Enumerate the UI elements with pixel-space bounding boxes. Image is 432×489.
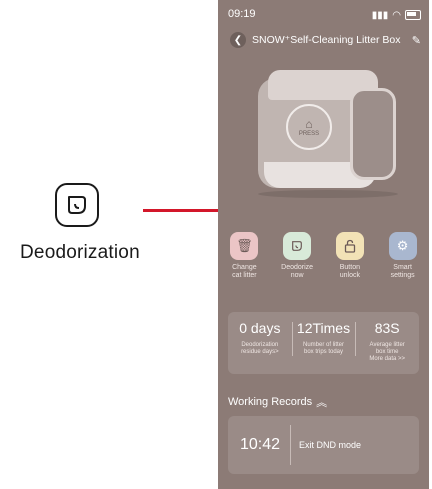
stat-value: 0 days <box>239 320 281 336</box>
device-button-text: PRESS <box>298 131 320 137</box>
chevron-left-icon: ❮ <box>233 34 243 46</box>
device-press-button: ⌂ PRESS <box>286 104 332 150</box>
trips-stat: 12Times Number of litter box trips today <box>291 312 356 374</box>
edit-icon[interactable]: ✎ <box>412 34 421 47</box>
deodorize-now-button[interactable]: Deodorize now <box>271 232 323 280</box>
unlock-icon[interactable] <box>335 232 364 260</box>
action-label: Change cat litter <box>232 264 257 279</box>
status-time: 09:19 <box>228 8 256 20</box>
battery-icon <box>405 10 421 20</box>
basket-icon: ⌂ <box>305 117 313 131</box>
smart-settings-button[interactable]: ⚙ Smart settings <box>377 232 429 280</box>
deodorization-stat[interactable]: 0 days Deodorization residue days> <box>228 312 292 374</box>
gear-icon[interactable]: ⚙ <box>388 232 417 260</box>
stat-value: 83S <box>374 320 400 336</box>
record-item: 10:42 Exit DND mode <box>228 416 419 474</box>
action-row: 🗑 Change cat litter Deodorize now Button un… <box>218 232 429 280</box>
deodorize-icon[interactable] <box>283 232 312 260</box>
page-title: SNOW⁺Self-Cleaning Litter Box <box>252 34 401 46</box>
trash-icon[interactable]: 🗑 <box>230 232 259 260</box>
device-shadow <box>258 190 398 198</box>
working-records-header[interactable]: Working Records ︽ <box>228 394 327 410</box>
stat-label: Average litter box time <box>369 342 405 355</box>
status-icons: ▮▮▮ ◠ <box>372 8 421 22</box>
deodorize-icon <box>55 183 99 227</box>
status-bar: 09:19 ▮▮▮ ◠ <box>228 8 421 22</box>
chevron-up-double-icon[interactable]: ︽ <box>316 394 327 410</box>
more-data-link[interactable]: More data >> <box>369 356 405 362</box>
title-bar: ❮ SNOW⁺Self-Cleaning Litter Box ✎ <box>230 31 421 49</box>
stat-label: Deodorization residue days> <box>241 342 279 355</box>
action-label: Button unlock <box>339 264 360 279</box>
button-unlock-button[interactable]: Button unlock <box>324 232 376 280</box>
wifi-icon: ◠ <box>392 9 401 21</box>
action-label: Deodorize now <box>281 264 314 279</box>
phone-screen: 09:19 ▮▮▮ ◠ ❮ SNOW⁺Self-Cleaning Litter … <box>218 0 429 489</box>
average-time-stat: 83S Average litter box time More data >> <box>355 312 419 374</box>
record-time: 10:42 <box>240 436 281 453</box>
change-litter-button[interactable]: 🗑 Change cat litter <box>218 232 270 280</box>
record-text: Exit DND mode <box>299 440 362 450</box>
device-door <box>350 88 396 180</box>
annotation-label: Deodorization <box>20 242 140 263</box>
stat-value: 12Times <box>296 320 351 336</box>
back-button[interactable]: ❮ <box>230 32 246 48</box>
stats-card: 0 days Deodorization residue days> 12Time… <box>228 312 419 374</box>
section-title: Working Records <box>228 396 313 408</box>
litter-box-image: ⌂ PRESS <box>258 70 398 200</box>
action-label: Smart settings <box>390 264 415 279</box>
stat-label: Number of litter box trips today <box>303 342 345 355</box>
signal-icon: ▮▮▮ <box>371 9 389 21</box>
